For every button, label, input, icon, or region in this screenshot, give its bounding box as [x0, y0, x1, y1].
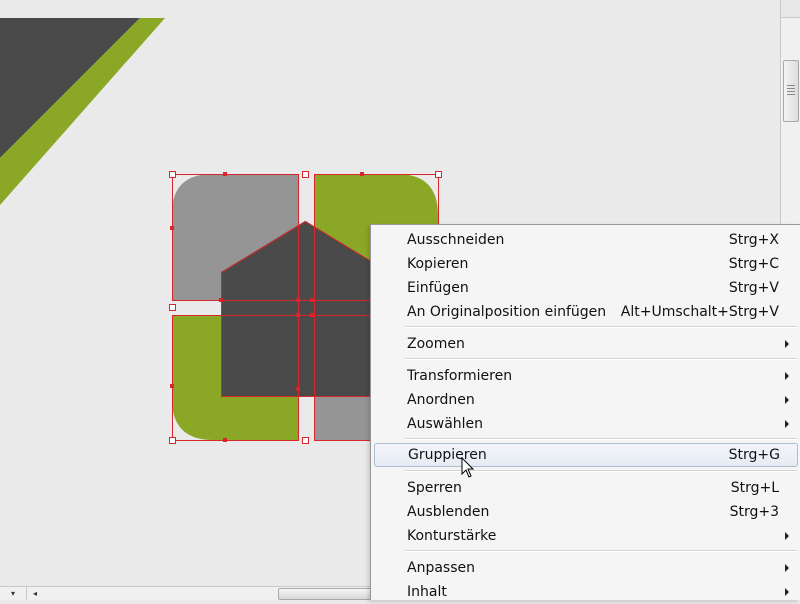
chevron-right-icon: [785, 420, 789, 428]
chevron-right-icon: [785, 340, 789, 348]
chevron-right-icon: [785, 588, 789, 596]
menu-item-label: Konturstärke: [407, 528, 497, 544]
menu-item-shortcut: Strg+C: [728, 256, 779, 272]
menu-item-label: Anpassen: [407, 560, 475, 576]
menu-item-konturstaerke[interactable]: Konturstärke: [371, 524, 799, 548]
grip-line: [787, 85, 795, 86]
context-menu: Ausschneiden Strg+X Kopieren Strg+C Einf…: [370, 224, 800, 600]
menu-item-zoomen[interactable]: Zoomen: [371, 332, 799, 356]
vertical-scroll-thumb[interactable]: [783, 60, 799, 122]
menu-item-label: Ausschneiden: [407, 232, 505, 248]
menu-item-an-originalposition-einfuegen[interactable]: An Originalposition einfügen Alt+Umschal…: [371, 300, 799, 324]
menu-item-label: Zoomen: [407, 336, 465, 352]
caret-left-icon[interactable]: ◂: [28, 587, 42, 600]
menu-item-shortcut: Alt+Umschalt+Strg+V: [620, 304, 779, 320]
chevron-right-icon: [785, 532, 789, 540]
mouse-pointer-icon: [461, 457, 475, 478]
menu-item-transformieren[interactable]: Transformieren: [371, 364, 799, 388]
caret-down-icon[interactable]: ▾: [0, 587, 27, 600]
menu-item-inhalt[interactable]: Inhalt: [371, 580, 799, 604]
chevron-right-icon: [785, 564, 789, 572]
selection-handle: [169, 437, 176, 444]
selection-handle: [302, 437, 309, 444]
menu-item-ausblenden[interactable]: Ausblenden Strg+3: [371, 500, 799, 524]
grip-line: [787, 88, 795, 89]
menu-item-anordnen[interactable]: Anordnen: [371, 388, 799, 412]
menu-item-einfuegen[interactable]: Einfügen Strg+V: [371, 276, 799, 300]
menu-item-shortcut: Strg+3: [729, 504, 779, 520]
selection-handle: [169, 304, 176, 311]
menu-item-shortcut: Strg+X: [728, 232, 779, 248]
menu-item-kopieren[interactable]: Kopieren Strg+C: [371, 252, 799, 276]
menu-item-shortcut: Strg+V: [728, 280, 779, 296]
selection-handle: [302, 171, 309, 178]
chevron-right-icon: [785, 396, 789, 404]
menu-item-label: Ausblenden: [407, 504, 490, 520]
chevron-right-icon: [785, 372, 789, 380]
menu-separator: [405, 358, 797, 360]
grip-line: [787, 91, 795, 92]
menu-separator: [405, 438, 797, 440]
menu-item-label: Einfügen: [407, 280, 469, 296]
menu-item-label: Inhalt: [407, 584, 447, 600]
menu-item-label: Auswählen: [407, 416, 484, 432]
menu-separator: [405, 550, 797, 552]
selection-handle: [169, 171, 176, 178]
selection-handle: [435, 171, 442, 178]
menu-item-label: Transformieren: [407, 368, 513, 384]
menu-item-ausschneiden[interactable]: Ausschneiden Strg+X: [371, 228, 799, 252]
menu-item-label: Anordnen: [407, 392, 475, 408]
menu-item-label: Sperren: [407, 480, 462, 496]
menu-separator: [405, 326, 797, 328]
menu-item-label: Kopieren: [407, 256, 469, 272]
menu-item-gruppieren[interactable]: Gruppieren Strg+G: [374, 443, 798, 467]
menu-item-anpassen[interactable]: Anpassen: [371, 556, 799, 580]
menu-item-auswaehlen[interactable]: Auswählen: [371, 412, 799, 436]
menu-item-shortcut: Strg+G: [728, 447, 780, 463]
menu-item-label: An Originalposition einfügen: [407, 304, 607, 320]
horizontal-scroll-thumb[interactable]: [278, 588, 380, 600]
grip-line: [787, 94, 795, 95]
menu-item-sperren[interactable]: Sperren Strg+L: [371, 476, 799, 500]
menu-item-shortcut: Strg+L: [730, 480, 779, 496]
scroll-up-button[interactable]: [781, 0, 800, 18]
